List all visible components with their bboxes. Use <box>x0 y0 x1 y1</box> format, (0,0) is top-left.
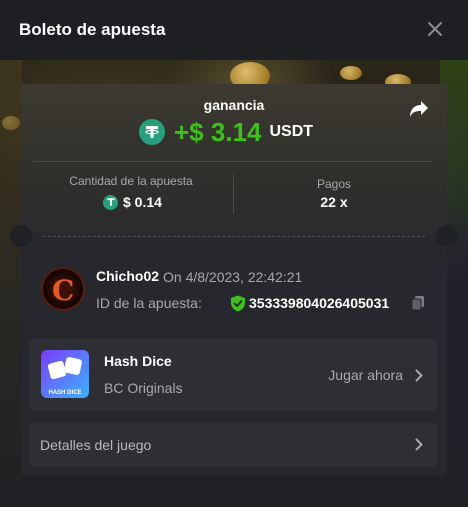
tether-icon <box>103 194 118 210</box>
game-card[interactable]: HASH DICE Hash Dice BC Originals Jugar a… <box>29 339 437 411</box>
payout-text: 22 x <box>320 194 348 210</box>
dice-icon <box>63 356 83 376</box>
bet-id-label: ID de la apuesta: <box>96 295 202 311</box>
modal-header: Boleto de apuesta <box>0 0 468 60</box>
modal-title: Boleto de apuesta <box>19 20 166 39</box>
payout-value: 22 x <box>234 194 434 210</box>
profit-row: +$ 3.14 USDT <box>139 117 313 147</box>
profit-label: ganancia <box>203 97 265 113</box>
bet-amount-label: Cantidad de la apuesta <box>69 174 193 188</box>
bet-timestamp: On 4/8/2023, 22:42:21 <box>163 269 303 285</box>
chevron-right-icon <box>415 438 423 451</box>
share-icon[interactable] <box>409 100 429 118</box>
thumbnail-label: HASH DICE <box>48 390 82 396</box>
game-name: Hash Dice <box>104 353 172 369</box>
summary-divider <box>33 161 433 162</box>
avatar-glyph: C <box>52 274 75 307</box>
close-icon[interactable] <box>426 20 444 38</box>
bet-user-info: C Chicho02 On 4/8/2023, 22:42:21 ID de l… <box>41 267 431 313</box>
game-thumbnail: HASH DICE <box>41 350 89 398</box>
play-now-link[interactable]: Jugar ahora <box>328 367 403 383</box>
background-strip-left <box>0 60 22 507</box>
avatar[interactable]: C <box>41 267 85 311</box>
tether-icon <box>139 119 165 145</box>
profit-currency: USDT <box>269 123 314 140</box>
game-details-label: Detalles del juego <box>40 437 152 453</box>
bet-amount-text: $ 0.14 <box>123 194 162 210</box>
bet-amount-value: $ 0.14 <box>103 194 162 210</box>
ticket-notch-right <box>436 225 458 247</box>
chevron-right-icon <box>415 369 423 382</box>
ticket-notch-left <box>10 225 32 247</box>
profit-amount: +$ 3.14 <box>174 116 262 147</box>
shield-check-icon <box>231 295 245 312</box>
ticket-summary: ganancia +$ 3.14 USDT Cantidad de la apu… <box>21 84 447 236</box>
payout-label: Pagos <box>316 177 352 191</box>
ticket-perforation <box>43 236 425 237</box>
bet-id-value: 353339804026405031 <box>249 295 390 311</box>
game-details-row[interactable]: Detalles del juego <box>29 423 437 467</box>
bet-ticket: ganancia +$ 3.14 USDT Cantidad de la apu… <box>10 84 458 476</box>
game-provider: BC Originals <box>104 380 183 396</box>
copy-icon[interactable] <box>411 295 425 311</box>
coin-decoration <box>340 66 362 80</box>
bet-slip-modal: Boleto de apuesta ganancia +$ 3.14 USDT <box>0 0 468 507</box>
username[interactable]: Chicho02 <box>96 268 159 284</box>
